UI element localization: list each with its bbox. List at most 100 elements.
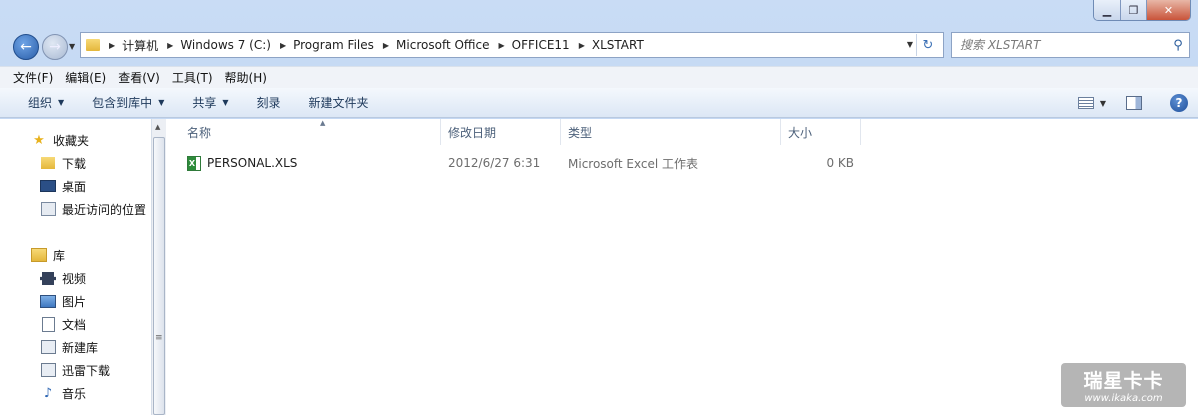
chevron-right-icon[interactable]: ▶ <box>499 41 505 50</box>
sidebar-item-favorites[interactable]: ★ 收藏夹 <box>31 129 89 151</box>
file-size-cell: 0 KB <box>826 156 854 170</box>
menu-file[interactable]: 文件(F) <box>13 69 53 86</box>
sidebar-item-label: 库 <box>53 248 66 263</box>
sidebar-item-label: 收藏夹 <box>53 133 90 148</box>
file-type-cell: Microsoft Excel 工作表 <box>568 156 699 171</box>
file-modified-cell: 2012/6/27 6:31 <box>448 156 541 170</box>
refresh-icon[interactable]: ↻ <box>916 34 939 56</box>
breadcrumb-xlstart[interactable]: XLSTART <box>592 38 644 52</box>
scrollbar-thumb[interactable] <box>153 137 165 415</box>
address-history-dropdown-icon[interactable]: ▼ <box>907 40 913 49</box>
organize-button[interactable]: 组织 ▼ <box>28 94 64 111</box>
breadcrumb-computer[interactable]: 计算机 ▶ <box>122 37 180 54</box>
breadcrumb-drive-c[interactable]: Windows 7 (C:) ▶ <box>180 38 293 52</box>
include-in-library-button[interactable]: 包含到库中 ▼ <box>92 94 164 111</box>
sidebar-item-downloads[interactable]: 下载 <box>40 152 86 174</box>
menu-bar: 文件(F) 编辑(E) 查看(V) 工具(T) 帮助(H) <box>0 66 1198 88</box>
menu-view[interactable]: 查看(V) <box>118 69 160 86</box>
video-icon <box>40 271 56 285</box>
chevron-down-icon: ▼ <box>58 98 65 107</box>
burn-label: 刻录 <box>256 96 281 110</box>
watermark-title: 瑞星卡卡 <box>1083 370 1164 392</box>
sidebar-item-libraries[interactable]: 库 <box>31 244 65 266</box>
excel-file-icon <box>187 155 201 171</box>
sidebar-item-documents[interactable]: 文档 <box>40 313 86 335</box>
search-icon[interactable]: ⚲ <box>1167 38 1189 53</box>
breadcrumb-label: Windows 7 (C:) <box>180 38 271 52</box>
xunlei-library-icon <box>40 363 56 377</box>
column-header-name[interactable]: 名称 ▲ <box>180 119 441 145</box>
sidebar-item-music[interactable]: ♪ 音乐 <box>40 382 86 404</box>
view-controls: ▼ ? <box>1077 88 1198 118</box>
back-arrow-icon: ← <box>20 39 32 55</box>
recent-pages-dropdown-icon[interactable]: ▼ <box>69 42 75 51</box>
title-bar: ▁ ❐ ✕ <box>0 0 1198 28</box>
address-bar[interactable]: ▶ 计算机 ▶ Windows 7 (C:) ▶ Program Files ▶ Mi… <box>80 32 944 58</box>
new-folder-label: 新建文件夹 <box>308 96 369 110</box>
column-header-label: 大小 <box>788 125 813 140</box>
forward-button[interactable]: → <box>42 34 68 60</box>
sidebar-item-label: 下载 <box>62 156 87 171</box>
preview-pane-icon[interactable] <box>1126 96 1142 110</box>
breadcrumb-office11[interactable]: OFFICE11 ▶ <box>512 38 592 52</box>
file-name: PERSONAL.XLS <box>207 156 298 170</box>
chevron-down-icon: ▼ <box>222 98 229 107</box>
view-dropdown-icon[interactable]: ▼ <box>1100 99 1106 108</box>
navigation-scrollbar[interactable]: ▲ ≡ <box>151 119 166 415</box>
view-mode-icon[interactable] <box>1077 97 1094 109</box>
search-input[interactable] <box>952 37 1167 53</box>
desktop-icon <box>40 179 56 193</box>
back-button[interactable]: ← <box>13 34 39 60</box>
library-icon <box>31 248 47 262</box>
sidebar-item-pictures[interactable]: 图片 <box>40 290 86 312</box>
content-area: ★ 收藏夹 下载 桌面 最近访问的位置 库 视频 图片 文档 新建库 迅雷下载 … <box>0 119 1198 415</box>
new-library-icon <box>40 340 56 354</box>
minimize-button[interactable]: ▁ <box>1094 0 1120 20</box>
column-header-label: 类型 <box>568 125 593 140</box>
menu-edit[interactable]: 编辑(E) <box>65 69 106 86</box>
file-name-cell: PERSONAL.XLS <box>187 152 297 174</box>
sidebar-item-label: 图片 <box>62 294 87 309</box>
sidebar-item-recent-places[interactable]: 最近访问的位置 <box>40 198 146 220</box>
share-label: 共享 <box>192 96 217 110</box>
breadcrumb-label: Microsoft Office <box>396 38 490 52</box>
sidebar-item-videos[interactable]: 视频 <box>40 267 86 289</box>
maximize-button[interactable]: ❐ <box>1120 0 1146 20</box>
sidebar-item-label: 视频 <box>62 271 87 286</box>
new-folder-button[interactable]: 新建文件夹 <box>309 94 369 111</box>
music-note-icon: ♪ <box>43 385 53 401</box>
burn-button[interactable]: 刻录 <box>257 94 281 111</box>
sidebar-item-new-library[interactable]: 新建库 <box>40 336 98 358</box>
include-library-label: 包含到库中 <box>92 96 153 110</box>
menu-help[interactable]: 帮助(H) <box>225 69 267 86</box>
recent-places-icon <box>40 202 56 216</box>
close-button[interactable]: ✕ <box>1146 0 1190 20</box>
downloads-folder-icon <box>40 156 56 170</box>
chevron-right-icon[interactable]: ▶ <box>280 41 286 50</box>
sort-ascending-icon: ▲ <box>320 119 326 127</box>
share-button[interactable]: 共享 ▼ <box>192 94 228 111</box>
picture-icon <box>40 294 56 308</box>
breadcrumb-microsoft-office[interactable]: Microsoft Office ▶ <box>396 38 512 52</box>
menu-tools[interactable]: 工具(T) <box>172 69 213 86</box>
column-header-label: 名称 <box>187 125 212 140</box>
breadcrumb-label: OFFICE11 <box>511 38 570 52</box>
search-box: ⚲ <box>951 32 1190 58</box>
chevron-right-icon[interactable]: ▶ <box>579 41 585 50</box>
sidebar-item-label: 最近访问的位置 <box>62 202 147 217</box>
chevron-right-icon[interactable]: ▶ <box>109 41 115 50</box>
file-row[interactable]: PERSONAL.XLS 2012/6/27 6:31 Microsoft Ex… <box>181 152 881 174</box>
breadcrumb-program-files[interactable]: Program Files ▶ <box>293 38 396 52</box>
navigation-pane: ★ 收藏夹 下载 桌面 最近访问的位置 库 视频 图片 文档 新建库 迅雷下载 … <box>0 119 153 415</box>
help-icon[interactable]: ? <box>1170 94 1188 112</box>
sidebar-item-desktop[interactable]: 桌面 <box>40 175 86 197</box>
chevron-right-icon[interactable]: ▶ <box>167 41 173 50</box>
column-header-type[interactable]: 类型 <box>561 119 781 145</box>
breadcrumb-root[interactable]: ▶ <box>100 41 122 50</box>
sidebar-item-xunlei-downloads[interactable]: 迅雷下载 <box>40 359 110 381</box>
scroll-up-icon[interactable]: ▲ <box>155 123 160 131</box>
scrollbar-grip-icon: ≡ <box>155 333 163 343</box>
column-header-size[interactable]: 大小 <box>781 119 861 145</box>
chevron-right-icon[interactable]: ▶ <box>383 41 389 50</box>
column-header-modified[interactable]: 修改日期 <box>441 119 561 145</box>
